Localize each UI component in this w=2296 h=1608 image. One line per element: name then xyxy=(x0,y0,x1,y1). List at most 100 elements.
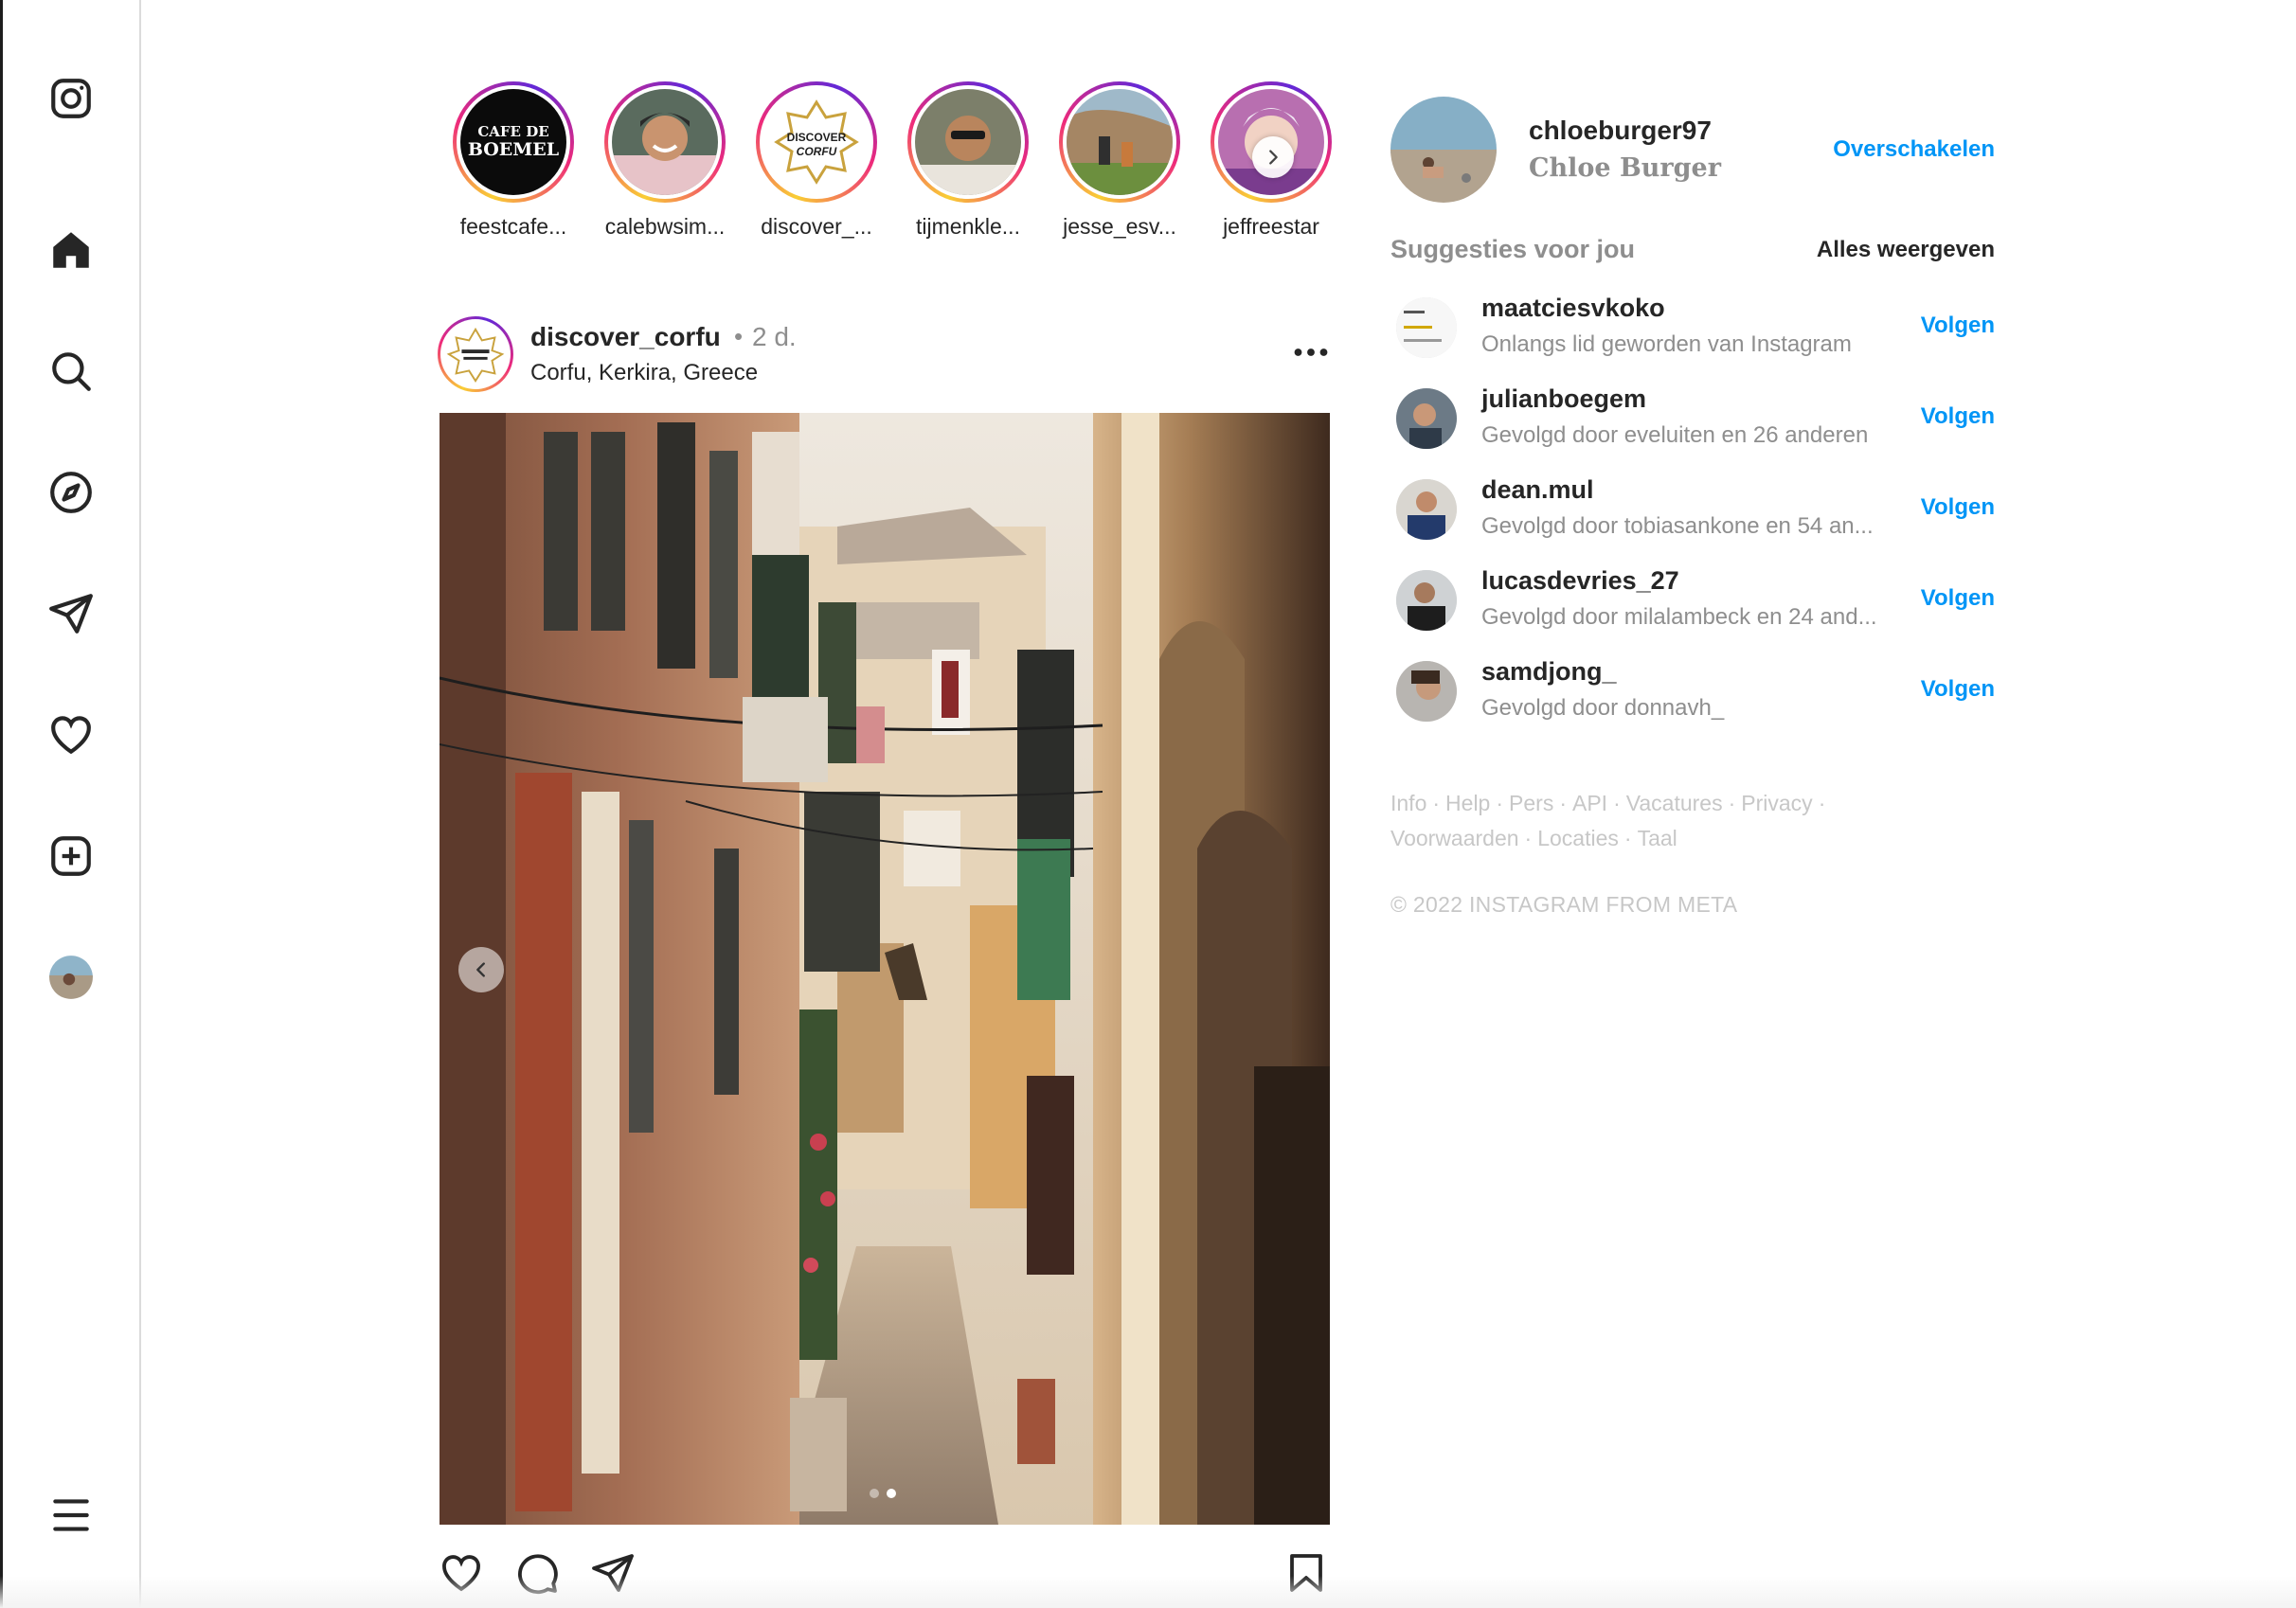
post-photo[interactable] xyxy=(439,413,1330,1525)
footer-link-language[interactable]: Taal xyxy=(1638,826,1677,850)
instagram-logo-icon[interactable] xyxy=(37,64,105,133)
story-item[interactable]: DISCOVER CORFU discover_... xyxy=(741,81,892,242)
stories-tray: CAFE DE BOEMEL feestcafe... calebwsim...… xyxy=(438,81,1332,252)
follow-button[interactable]: Volgen xyxy=(1921,676,1995,703)
post-header: discover_corfu • 2 d. Corfu, Kerkira, Gr… xyxy=(438,316,1332,396)
post-location[interactable]: Corfu, Kerkira, Greece xyxy=(530,360,758,386)
suggestion-subtitle: Gevolgd door milalambeck en 24 and... xyxy=(1481,604,1877,630)
post-actions xyxy=(438,1549,1332,1597)
copyright-text: © 2022 INSTAGRAM FROM META xyxy=(1390,892,1738,917)
profile-avatar[interactable] xyxy=(1390,97,1497,203)
suggestion-username[interactable]: julianboegem xyxy=(1481,384,1646,414)
profile-avatar[interactable] xyxy=(37,943,105,1011)
post-meta-separator: • xyxy=(734,322,744,350)
post-timestamp[interactable]: 2 d. xyxy=(752,322,797,352)
post-username[interactable]: discover_corfu xyxy=(530,322,721,352)
suggestions-title: Suggesties voor jou xyxy=(1390,235,1636,263)
footer-separator: · xyxy=(1559,791,1567,815)
follow-button[interactable]: Volgen xyxy=(1921,313,1995,339)
story-logo-text: CORFU xyxy=(797,145,837,158)
switch-account-link[interactable]: Overschakelen xyxy=(1833,136,1995,163)
footer-link-api[interactable]: API xyxy=(1572,791,1607,815)
follow-button[interactable]: Volgen xyxy=(1921,494,1995,521)
suggestion-subtitle: Gevolgd door tobiasankone en 54 an... xyxy=(1481,513,1874,539)
story-username: feestcafe... xyxy=(459,214,567,239)
see-all-link[interactable]: Alles weergeven xyxy=(1817,237,1995,263)
story-logo-text: DISCOVER xyxy=(787,131,847,144)
story-avatar xyxy=(915,89,1021,195)
more-menu-icon[interactable] xyxy=(37,1481,105,1549)
story-item[interactable]: calebwsim... xyxy=(589,81,741,242)
story-avatar xyxy=(1067,89,1173,195)
footer-link-info[interactable]: Info xyxy=(1390,791,1426,815)
story-logo-text: BOEMEL xyxy=(468,139,559,160)
footer-separator: · xyxy=(1818,791,1826,815)
suggestion-username[interactable]: dean.mul xyxy=(1481,475,1594,505)
corfu-alley-image xyxy=(439,413,1330,1525)
story-username: calebwsim... xyxy=(604,214,726,239)
carousel-dot-active xyxy=(887,1489,896,1498)
footer-link-locations[interactable]: Locaties xyxy=(1537,826,1619,850)
post-options-button[interactable] xyxy=(1290,335,1332,369)
home-icon[interactable] xyxy=(37,216,105,284)
story-username: tijmenkle... xyxy=(916,214,1020,239)
story-username: jeffreestar xyxy=(1223,214,1319,239)
suggestion-item: dean.mul Gevolgd door tobiasankone en 54… xyxy=(1396,475,1995,544)
like-heart-icon[interactable] xyxy=(438,1549,485,1597)
chevron-right-icon xyxy=(1269,150,1278,165)
story-logo-text: CAFE DE xyxy=(477,123,548,140)
suggestion-username[interactable]: samdjong_ xyxy=(1481,657,1617,687)
save-bookmark-icon[interactable] xyxy=(1283,1549,1330,1597)
follow-button[interactable]: Volgen xyxy=(1921,585,1995,612)
suggestion-avatar[interactable] xyxy=(1396,388,1457,449)
sidebar-nav xyxy=(3,0,141,1608)
story-username: discover_... xyxy=(761,214,872,239)
story-avatar xyxy=(612,89,718,195)
footer-separator: · xyxy=(1613,791,1621,815)
suggestion-subtitle: Gevolgd door donnavh_ xyxy=(1481,695,1725,721)
suggestion-subtitle: Onlangs lid geworden van Instagram xyxy=(1481,331,1852,357)
stories-next-button[interactable] xyxy=(1252,136,1294,178)
suggestion-avatar[interactable] xyxy=(1396,479,1457,540)
footer-separator: · xyxy=(1524,826,1533,850)
suggestions-header: Suggesties voor jou Alles weergeven xyxy=(1390,235,1995,269)
profile-username[interactable]: chloeburger97 xyxy=(1529,116,1712,146)
create-plus-square-icon[interactable] xyxy=(37,822,105,890)
footer-link-terms[interactable]: Voorwaarden xyxy=(1390,826,1519,850)
footer-link-press[interactable]: Pers xyxy=(1509,791,1553,815)
carousel-previous-button[interactable] xyxy=(458,947,504,992)
footer-separator: · xyxy=(1432,791,1441,815)
follow-button[interactable]: Volgen xyxy=(1921,403,1995,430)
footer-link-jobs[interactable]: Vacatures xyxy=(1626,791,1723,815)
explore-compass-icon[interactable] xyxy=(37,458,105,527)
profile-display-name: Chloe Burger xyxy=(1529,153,1721,183)
story-avatar: CAFE DE BOEMEL xyxy=(460,89,566,195)
suggestion-avatar[interactable] xyxy=(1396,661,1457,722)
post-author-avatar[interactable] xyxy=(438,316,513,392)
suggestion-username[interactable]: lucasdevries_27 xyxy=(1481,566,1679,596)
suggestion-item: lucasdevries_27 Gevolgd door milalambeck… xyxy=(1396,566,1995,634)
more-dots-icon xyxy=(1294,348,1328,356)
footer-link-privacy[interactable]: Privacy xyxy=(1741,791,1812,815)
search-icon[interactable] xyxy=(37,337,105,405)
carousel-indicator xyxy=(870,1489,907,1500)
suggestion-item: julianboegem Gevolgd door eveluiten en 2… xyxy=(1396,384,1995,453)
suggestion-username[interactable]: maatciesvkoko xyxy=(1481,294,1665,323)
footer-link-help[interactable]: Help xyxy=(1445,791,1490,815)
chevron-left-icon xyxy=(476,962,485,977)
story-item[interactable]: jesse_esv... xyxy=(1044,81,1195,242)
story-item[interactable]: CAFE DE BOEMEL feestcafe... xyxy=(438,81,589,242)
notifications-heart-icon[interactable] xyxy=(37,701,105,769)
comment-bubble-icon[interactable] xyxy=(513,1549,561,1597)
footer-separator: · xyxy=(1623,826,1632,850)
footer-separator: · xyxy=(1728,791,1736,815)
suggestion-avatar[interactable] xyxy=(1396,297,1457,358)
carousel-dot xyxy=(870,1489,879,1498)
share-paper-plane-icon[interactable] xyxy=(589,1549,637,1597)
story-avatar: DISCOVER CORFU xyxy=(763,89,870,195)
messages-paper-plane-icon[interactable] xyxy=(37,580,105,648)
footer-links: Info · Help · Pers · API · Vacatures · Privacy · Voo… xyxy=(1390,786,1959,856)
suggestion-avatar[interactable] xyxy=(1396,570,1457,631)
suggestion-subtitle: Gevolgd door eveluiten en 26 anderen xyxy=(1481,422,1869,448)
story-item[interactable]: tijmenkle... xyxy=(892,81,1044,242)
